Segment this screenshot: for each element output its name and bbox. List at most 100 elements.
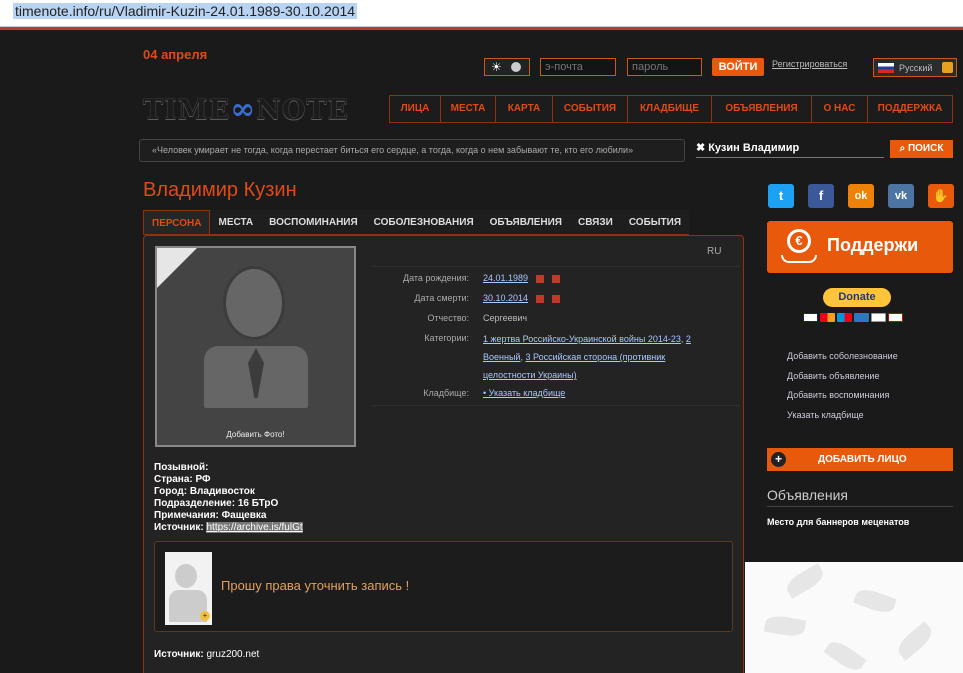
profile-tabs: ПЕРСОНА МЕСТА ВОСПОМИНАНИЯ СОБОЛЕЗНОВАНИ… xyxy=(143,210,690,235)
avatar-head xyxy=(223,266,285,340)
memory-card: + Прошу права уточнить запись ! xyxy=(154,541,733,632)
set-cemetery-link[interactable]: Указать кладбище xyxy=(787,410,898,430)
person-details: Позывной: Страна: РФ Город: Владивосток … xyxy=(154,462,303,534)
add-face-button[interactable]: + ДОБАВИТЬ ЛИЦО xyxy=(767,448,953,471)
url-text[interactable]: timenote.info/ru/Vladimir-Kuzin-24.01.19… xyxy=(13,3,358,19)
city-line: Город: Владивосток xyxy=(154,486,255,497)
categories-value: 1 жертва Российско-Украинской войны 2014… xyxy=(483,334,691,380)
login-button[interactable]: ВОЙТИ xyxy=(712,58,764,76)
address-bar[interactable]: timenote.info/ru/Vladimir-Kuzin-24.01.19… xyxy=(0,0,963,27)
cemetery-label: Кладбище: xyxy=(423,388,469,398)
facebook-icon[interactable]: f xyxy=(808,184,834,208)
logo-text-left: TIME xyxy=(143,95,231,126)
add-ad-link[interactable]: Добавить объявление xyxy=(787,371,898,391)
plus-icon: + xyxy=(771,452,786,467)
search-button[interactable]: ⌕ ПОИСК xyxy=(890,140,953,158)
source2-value: gruz200.net xyxy=(206,649,260,660)
tab-condolences[interactable]: СОБОЛЕЗНОВАНИЯ xyxy=(365,210,482,234)
password-field[interactable] xyxy=(627,58,702,76)
death-label: Дата смерти: xyxy=(414,293,469,303)
leaf-shape xyxy=(853,585,897,617)
death-date-link[interactable]: 30.10.2014 xyxy=(483,293,528,303)
search-button-label: ПОИСК xyxy=(907,143,944,154)
tab-places[interactable]: МЕСТА xyxy=(210,210,262,234)
calendar-icon[interactable] xyxy=(536,294,545,303)
banner-placeholder: Место для баннеров меценатов xyxy=(767,517,910,527)
nav-item-ads[interactable]: ОБЪЯВЛЕНИЯ xyxy=(712,96,812,122)
support-label: Поддержи xyxy=(827,235,919,255)
visa-icon xyxy=(803,313,818,322)
nav-item-places[interactable]: МЕСТА xyxy=(441,96,496,122)
people-icon[interactable] xyxy=(552,294,561,303)
nav-item-map[interactable]: КАРТА xyxy=(496,96,553,122)
people-icon[interactable] xyxy=(552,274,561,283)
hand-icon xyxy=(781,255,817,263)
nav-item-about[interactable]: О НАС xyxy=(812,96,868,122)
euro-coin-icon: € xyxy=(787,229,811,253)
leaf-shape xyxy=(783,563,827,599)
donate-button[interactable]: Donate xyxy=(823,288,891,307)
tab-ads[interactable]: ОБЪЯВЛЕНИЯ xyxy=(481,210,570,234)
support-button[interactable]: € Поддержи xyxy=(767,221,953,273)
nav-item-events[interactable]: СОБЫТИЯ xyxy=(553,96,628,122)
twitter-icon[interactable]: t xyxy=(768,184,794,208)
quote-banner: «Человек умирает не тогда, когда переста… xyxy=(139,139,685,162)
tab-events[interactable]: СОБЫТИЯ xyxy=(620,210,690,234)
search-input[interactable]: ✖ Кузин Владимир xyxy=(696,141,884,158)
tab-person[interactable]: ПЕРСОНА xyxy=(143,210,211,234)
add-face-label: ДОБАВИТЬ ЛИЦО xyxy=(818,454,907,465)
cemetery-value: • Указать кладбище xyxy=(483,388,565,398)
sun-icon: ☀ xyxy=(491,60,502,74)
russia-flag-icon xyxy=(878,63,894,73)
vk-icon[interactable]: vk xyxy=(888,184,914,208)
callsign-line: Позывной: xyxy=(154,462,209,473)
plus-icon: + xyxy=(200,611,210,621)
theme-toggle[interactable]: ☀ xyxy=(484,58,530,76)
source-line: Источник: https://archive.is/fulGt xyxy=(154,522,303,534)
language-select[interactable]: Русский xyxy=(873,58,957,77)
add-memories-link[interactable]: Добавить воспоминания xyxy=(787,390,898,410)
leaf-shape xyxy=(823,637,867,673)
birth-label: Дата рождения: xyxy=(403,273,469,283)
tab-memories[interactable]: ВОСПОМИНАНИЯ xyxy=(261,210,366,234)
x-icon[interactable]: ✖ xyxy=(696,142,705,154)
amex-icon xyxy=(854,313,869,322)
chevron-down-icon xyxy=(942,62,953,73)
calendar-icon[interactable] xyxy=(536,274,545,283)
birth-date-link[interactable]: 24.01.1989 xyxy=(483,273,528,283)
hand-icon[interactable]: ✋ xyxy=(928,184,954,208)
moon-icon xyxy=(511,62,521,72)
nav-item-cemetery[interactable]: КЛАДБИЩЕ xyxy=(628,96,712,122)
email-field[interactable] xyxy=(540,58,616,76)
add-condolence-link[interactable]: Добавить соболезнование xyxy=(787,351,898,371)
card-message: Прошу права уточнить запись ! xyxy=(221,578,410,593)
profile-panel: Добавить Фото! RU Дата рождения: 24.01.1… xyxy=(143,235,744,673)
decorative-leaves xyxy=(745,562,963,673)
language-label: Русский xyxy=(899,63,933,73)
odnoklassniki-icon[interactable]: ok xyxy=(848,184,874,208)
payment-cards xyxy=(803,313,903,322)
notes-line: Примечания: Фащевка xyxy=(154,510,267,521)
user-avatar[interactable]: + xyxy=(165,552,212,625)
card-icon xyxy=(888,313,903,322)
source-link[interactable]: https://archive.is/fulGt xyxy=(206,522,303,533)
profile-photo[interactable]: Добавить Фото! xyxy=(155,246,356,447)
source-label: Источник: xyxy=(154,522,204,533)
cemetery-link[interactable]: • Указать кладбище xyxy=(483,388,565,398)
page-title: Владимир Кузин xyxy=(143,179,297,201)
bank-card-icon xyxy=(871,313,886,322)
nav-item-faces[interactable]: ЛИЦА xyxy=(390,96,441,122)
category-link-1[interactable]: 1 жертва Российско-Украинской войны 2014… xyxy=(483,334,681,344)
photo-corner xyxy=(157,248,197,288)
add-photo-link[interactable]: Добавить Фото! xyxy=(157,430,354,439)
leaf-shape xyxy=(763,613,807,639)
logo-text-right: NOTE xyxy=(256,95,350,126)
site-logo[interactable]: TIME∞NOTE xyxy=(143,92,349,127)
register-link[interactable]: Регистрироваться xyxy=(772,59,847,69)
language-code: RU xyxy=(707,246,722,257)
sidebar-links: Добавить соболезнование Добавить объявле… xyxy=(787,351,898,429)
nav-item-support[interactable]: ПОДДЕРЖКА xyxy=(868,96,952,122)
tab-connections[interactable]: СВЯЗИ xyxy=(569,210,621,234)
death-value: 30.10.2014 xyxy=(483,293,561,303)
main-nav: ЛИЦА МЕСТА КАРТА СОБЫТИЯ КЛАДБИЩЕ ОБЪЯВЛ… xyxy=(389,95,953,123)
